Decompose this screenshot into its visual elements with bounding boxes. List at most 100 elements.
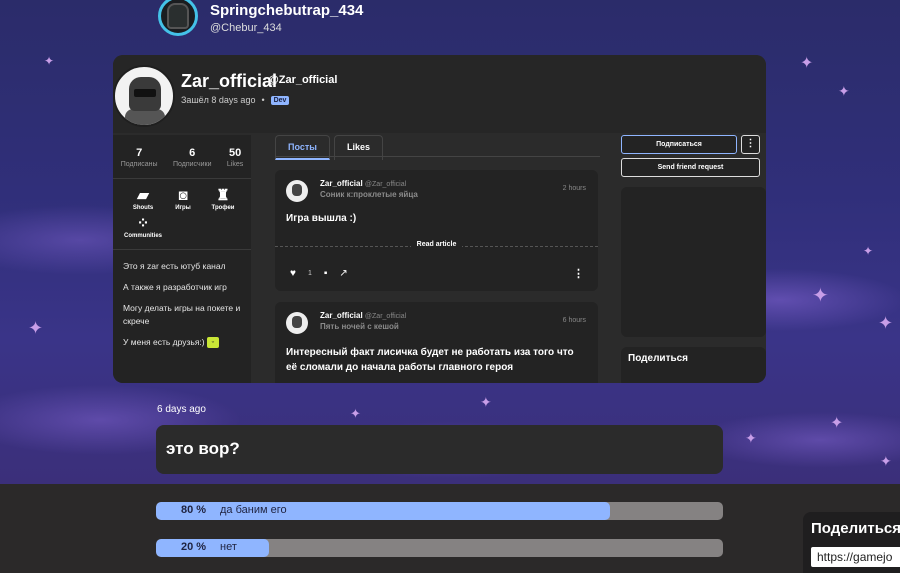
profile-name[interactable]: Zar_official [181, 71, 277, 92]
post-author-handle: @Zar_official [364, 313, 407, 320]
top-user-info: Springchebutrap_434 @Chebur_434 [210, 2, 363, 34]
share-sidebar-box: Поделиться https://gamejo [803, 512, 900, 573]
star-icon: ✦ [350, 407, 361, 422]
separator-dot: • [261, 95, 265, 105]
tab-underline [275, 156, 600, 157]
star-icon: ✦ [28, 318, 44, 339]
post-author-handle: @Zar_official [364, 181, 407, 188]
star-icon: ✦ [880, 454, 892, 470]
trophy-icon: ♜ [216, 187, 230, 204]
profile-bio: Это я zar есть ютуб канал А также я разр… [113, 250, 251, 349]
share-title: Поделиться [628, 353, 689, 364]
read-article-link[interactable]: Read article [410, 241, 463, 248]
post-game[interactable]: Пять ночей с кешой [320, 322, 399, 331]
post-card[interactable]: Zar_official @Zar_official Соник к:прокл… [275, 170, 598, 291]
comment-icon[interactable]: ▪ [324, 268, 328, 279]
read-more-wrap: Read article [275, 241, 598, 248]
stat-label: Подписаны [120, 161, 158, 168]
star-icon: ✦ [863, 244, 874, 258]
friend-request-button[interactable]: Send friend request [621, 158, 760, 177]
poll-option-percent: 80 % [181, 504, 207, 516]
avatar-visor [134, 89, 156, 97]
poll-area [0, 484, 900, 573]
post-author[interactable]: Zar_official @Zar_official [320, 311, 406, 320]
post-avatar[interactable] [286, 180, 308, 202]
avatar[interactable] [158, 0, 198, 36]
poll-option-percent: 20 % [181, 541, 207, 553]
post-author-name: Zar_official [320, 179, 363, 188]
profile-avatar[interactable] [113, 65, 175, 127]
post-actions: ♥ 1 ▪ ↗ [290, 268, 348, 279]
star-icon: ✦ [878, 313, 894, 334]
nav-trophies[interactable]: ♜ Трофеи [203, 187, 243, 211]
post-card[interactable]: Zar_official @Zar_official Пять ночей с … [275, 302, 598, 383]
post-avatar[interactable] [286, 312, 308, 334]
star-icon: ✦ [745, 431, 757, 447]
stat-label: Likes [226, 161, 244, 168]
poll-option[interactable]: 20 % нет [156, 539, 723, 557]
nav-label: Игры [175, 205, 191, 211]
stat-label: Подписчики [172, 161, 212, 168]
nav-label: Shouts [132, 205, 154, 211]
share-icon[interactable]: ↗ [339, 268, 347, 279]
profile-sidebar: 7 Подписаны 6 Подписчики 50 Likes ▰ Shout… [113, 135, 251, 383]
gamepad-icon: ◙ [178, 187, 188, 204]
post-game[interactable]: Соник к:проклетые яйца [320, 190, 418, 199]
top-user-name[interactable]: Springchebutrap_434 [210, 2, 363, 19]
bio-line-with-emoji: У меня есть друзья:) ᵕ [123, 336, 251, 349]
poll-option[interactable]: 80 % да баним его [156, 502, 723, 520]
more-options-button[interactable]: ⋮ [741, 135, 760, 154]
last-seen: Зашёл 8 days ago • Dev [181, 95, 290, 105]
subscribe-row: Подписаться ⋮ [621, 135, 761, 154]
share-sidebar-title: Поделиться [811, 520, 900, 537]
like-heart-icon[interactable]: ♥ [290, 268, 296, 279]
empty-panel [621, 187, 766, 337]
poll-time: 6 days ago [157, 404, 206, 415]
communities-icon: ⁘ [136, 215, 150, 232]
avatar-figure [167, 3, 189, 29]
profile-card: Zar_official @Zar_official Зашёл 8 days … [113, 55, 766, 383]
star-icon: ✦ [800, 53, 814, 72]
bio-line: У меня есть друзья:) [123, 337, 205, 347]
post-author[interactable]: Zar_official @Zar_official [320, 179, 406, 188]
share-url-input[interactable]: https://gamejo [811, 547, 900, 567]
profile-stats: 7 Подписаны 6 Подписчики 50 Likes [113, 135, 251, 168]
post-text: Интересный факт лисичка будет не работат… [286, 347, 574, 373]
nav-label: Трофеи [211, 205, 235, 211]
subscribe-button[interactable]: Подписаться [621, 135, 737, 154]
like-count: 1 [307, 270, 312, 277]
post-time: 2 hours [562, 185, 586, 192]
speech-bubble-icon: ▰ [137, 187, 149, 204]
nav-shouts[interactable]: ▰ Shouts [123, 187, 163, 211]
post-more-icon[interactable]: ⋮ [573, 267, 584, 280]
top-user-header[interactable]: Springchebutrap_434 @Chebur_434 [158, 0, 363, 36]
stat-value: 7 [136, 147, 143, 159]
profile-actions-column: Подписаться ⋮ Send friend request Подели… [621, 135, 766, 383]
avatar-body [125, 109, 165, 125]
post-time: 6 hours [562, 317, 586, 324]
last-seen-text: Зашёл 8 days ago [181, 95, 256, 105]
stat-likes[interactable]: 50 Likes [227, 147, 243, 168]
profile-header: Zar_official @Zar_official Зашёл 8 days … [113, 55, 766, 133]
profile-handle: @Zar_official [268, 74, 338, 86]
star-icon: ✦ [480, 395, 492, 411]
stat-value: 6 [189, 147, 196, 159]
star-icon: ✦ [812, 283, 829, 307]
share-panel: Поделиться [621, 347, 766, 383]
stat-following[interactable]: 7 Подписаны [121, 147, 158, 168]
nav-games[interactable]: ◙ Игры [163, 187, 203, 211]
poll-question: это вор? [156, 425, 723, 474]
star-icon: ✦ [830, 413, 844, 432]
top-user-handle: @Chebur_434 [210, 22, 282, 34]
post-author-name: Zar_official [320, 311, 363, 320]
stat-followers[interactable]: 6 Подписчики [173, 147, 212, 168]
poll-option-label: да баним его [220, 504, 287, 516]
nav-communities[interactable]: ⁘ Communities [123, 215, 163, 239]
smiley-emoji-icon: ᵕ [207, 337, 219, 349]
poll-option-label: нет [220, 541, 237, 553]
dev-badge: Dev [270, 95, 290, 105]
poll-option-fill [156, 539, 270, 557]
star-icon: ✦ [44, 54, 55, 68]
nav-label: Communities [123, 233, 162, 239]
star-icon: ✦ [838, 84, 850, 100]
